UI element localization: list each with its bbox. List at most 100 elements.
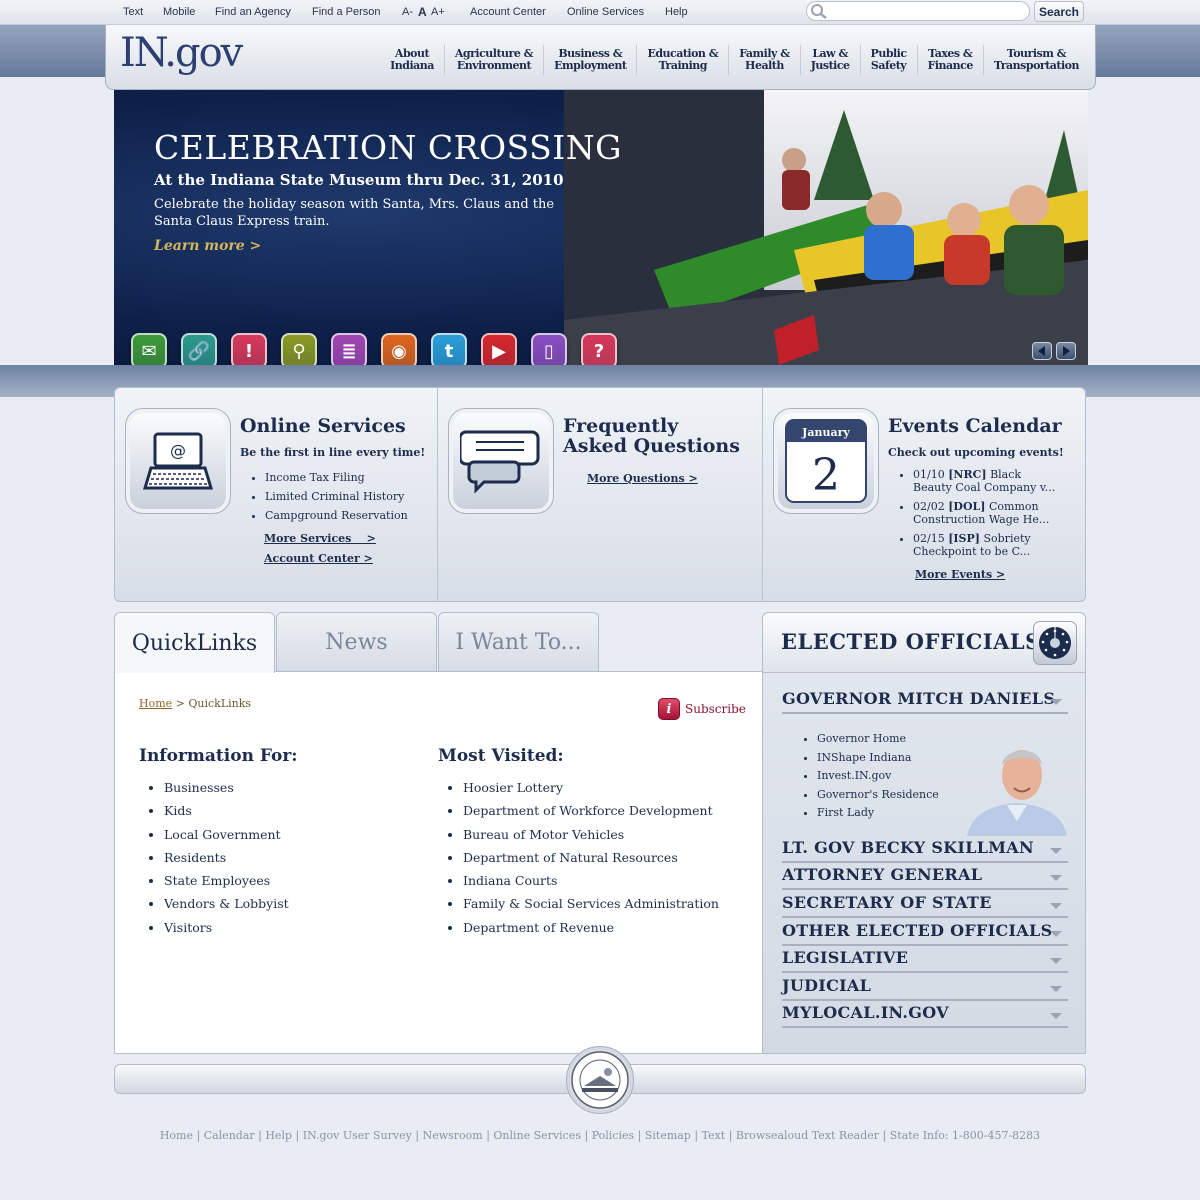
list-item[interactable]: Department of Natural Resources: [463, 846, 719, 869]
ingov-logo[interactable]: IN.gov: [120, 30, 243, 76]
footer-link[interactable]: Sitemap: [645, 1129, 691, 1142]
list-item[interactable]: State Employees: [164, 869, 289, 892]
font-decrease-button[interactable]: A-: [402, 6, 413, 18]
event-item[interactable]: 02/02 [DOL] Common Construction Wage He.…: [913, 500, 1063, 526]
nav-tourism-transportation[interactable]: Tourism & Transportation: [982, 45, 1089, 75]
footer-link[interactable]: IN.gov User Survey: [303, 1129, 412, 1142]
list-item[interactable]: Family & Social Services Administration: [463, 892, 719, 915]
hero-prev-button[interactable]: [1032, 342, 1052, 360]
list-item[interactable]: Department of Workforce Development: [463, 799, 719, 822]
official-other[interactable]: OTHER ELECTED OFFICIALS: [782, 921, 1068, 946]
official-attorney-general[interactable]: ATTORNEY GENERAL: [782, 865, 1068, 890]
list-item[interactable]: Governor Home: [817, 730, 939, 749]
footer-separator: |: [292, 1129, 303, 1142]
hero-next-button[interactable]: [1056, 342, 1076, 360]
twitter-icon[interactable]: t: [431, 333, 467, 365]
account-center-link[interactable]: Account Center: [470, 6, 546, 18]
footer-link[interactable]: Policies: [592, 1129, 634, 1142]
breadcrumb-current: QuickLinks: [188, 697, 252, 710]
more-questions-link[interactable]: More Questions >: [587, 472, 698, 485]
nav-family-health[interactable]: Family & Health: [728, 45, 799, 75]
calendar-icon: January 2: [773, 408, 879, 514]
nav-business-employment[interactable]: Business & Employment: [543, 45, 636, 75]
account-center-panel-link[interactable]: Account Center >: [264, 552, 373, 565]
person-search-icon[interactable]: ⚲: [281, 333, 317, 365]
event-date: 02/15: [913, 532, 945, 545]
find-agency-link[interactable]: Find an Agency: [215, 6, 291, 18]
alert-icon[interactable]: !: [231, 333, 267, 365]
list-item[interactable]: Limited Criminal History: [265, 487, 408, 506]
official-governor[interactable]: GOVERNOR MITCH DANIELS: [782, 689, 1068, 714]
chat-bubble-icon: [448, 408, 554, 514]
breadcrumb-home-link[interactable]: Home: [139, 697, 172, 710]
list-item[interactable]: First Lady: [817, 804, 939, 823]
list-item[interactable]: Residents: [164, 846, 289, 869]
help-link[interactable]: Help: [665, 6, 688, 18]
rss-icon[interactable]: ◉: [381, 333, 417, 365]
mobile-icon[interactable]: ▯: [531, 333, 567, 365]
nav-law-justice[interactable]: Law & Justice: [799, 45, 860, 75]
list-item[interactable]: Governor's Residence: [817, 786, 939, 805]
help-icon[interactable]: ?: [581, 333, 617, 365]
chevron-left-icon: [1038, 346, 1045, 356]
footer-link[interactable]: Online Services: [493, 1129, 581, 1142]
tab-quicklinks[interactable]: QuickLinks: [114, 612, 275, 673]
calendar-month: January: [801, 426, 850, 439]
find-person-link[interactable]: Find a Person: [312, 6, 380, 18]
list-item[interactable]: Bureau of Motor Vehicles: [463, 823, 719, 846]
list-item[interactable]: Campground Reservation: [265, 506, 408, 525]
list-item[interactable]: Visitors: [164, 916, 289, 939]
list-item[interactable]: Department of Revenue: [463, 916, 719, 939]
subscribe-button[interactable]: i Subscribe: [658, 698, 746, 720]
email-icon[interactable]: ✉: [131, 333, 167, 365]
mobile-link[interactable]: Mobile: [163, 6, 195, 18]
font-increase-button[interactable]: A+: [431, 6, 445, 18]
event-date: 02/02: [913, 500, 945, 513]
footer-link[interactable]: Calendar: [204, 1129, 255, 1142]
list-item[interactable]: Vendors & Lobbyist: [164, 892, 289, 915]
information-for-list: Businesses Kids Local Government Residen…: [164, 776, 289, 939]
search-button[interactable]: Search: [1034, 1, 1084, 22]
event-item[interactable]: 01/10 [NRC] Black Beauty Coal Company v.…: [913, 468, 1063, 494]
main-nav: About Indiana Agriculture & Environment …: [380, 45, 1089, 75]
search-input[interactable]: [806, 1, 1030, 21]
footer-link[interactable]: State Info: 1-800-457-8283: [890, 1129, 1040, 1142]
nav-public-safety[interactable]: Public Safety: [859, 45, 917, 75]
online-services-link[interactable]: Online Services: [567, 6, 644, 18]
chevron-down-icon: [1050, 986, 1062, 992]
tab-i-want-to[interactable]: I Want To...: [438, 612, 599, 672]
footer-link[interactable]: Text: [702, 1129, 726, 1142]
footer-link[interactable]: Help: [265, 1129, 292, 1142]
font-normal-button[interactable]: A: [418, 5, 427, 19]
footer-link[interactable]: Home: [160, 1129, 193, 1142]
list-item[interactable]: Businesses: [164, 776, 289, 799]
footer-link[interactable]: Browsealoud Text Reader: [736, 1129, 879, 1142]
list-item[interactable]: Income Tax Filing: [265, 468, 408, 487]
nav-education-training[interactable]: Education & Training: [636, 45, 728, 75]
more-services-link[interactable]: More Services >: [264, 532, 376, 545]
official-lt-governor[interactable]: LT. GOV BECKY SKILLMAN: [782, 838, 1068, 863]
nav-agriculture-environment[interactable]: Agriculture & Environment: [443, 45, 543, 75]
nav-taxes-finance[interactable]: Taxes & Finance: [916, 45, 983, 75]
list-item[interactable]: Indiana Courts: [463, 869, 719, 892]
event-item[interactable]: 02/15 [ISP] Sobriety Checkpoint to be C.…: [913, 532, 1063, 558]
official-secretary-of-state[interactable]: SECRETARY OF STATE: [782, 893, 1068, 918]
link-icon[interactable]: 🔗: [181, 333, 217, 365]
footer-link[interactable]: Newsroom: [423, 1129, 483, 1142]
list-item[interactable]: INShape Indiana: [817, 749, 939, 768]
nav-about-indiana[interactable]: About Indiana: [380, 45, 444, 75]
list-item[interactable]: Kids: [164, 799, 289, 822]
official-mylocal[interactable]: MYLOCAL.IN.GOV: [782, 1003, 1068, 1028]
hero-learn-more-link[interactable]: Learn more >: [154, 238, 261, 254]
footer-separator: |: [690, 1129, 702, 1142]
text-only-link[interactable]: Text: [123, 6, 143, 18]
document-icon[interactable]: ≣: [331, 333, 367, 365]
youtube-icon[interactable]: ▶: [481, 333, 517, 365]
list-item[interactable]: Invest.IN.gov: [817, 767, 939, 786]
tab-news[interactable]: News: [276, 612, 437, 672]
official-legislative[interactable]: LEGISLATIVE: [782, 948, 1068, 973]
list-item[interactable]: Local Government: [164, 823, 289, 846]
list-item[interactable]: Hoosier Lottery: [463, 776, 719, 799]
official-judicial[interactable]: JUDICIAL: [782, 976, 1068, 1001]
more-events-link[interactable]: More Events >: [915, 568, 1005, 581]
